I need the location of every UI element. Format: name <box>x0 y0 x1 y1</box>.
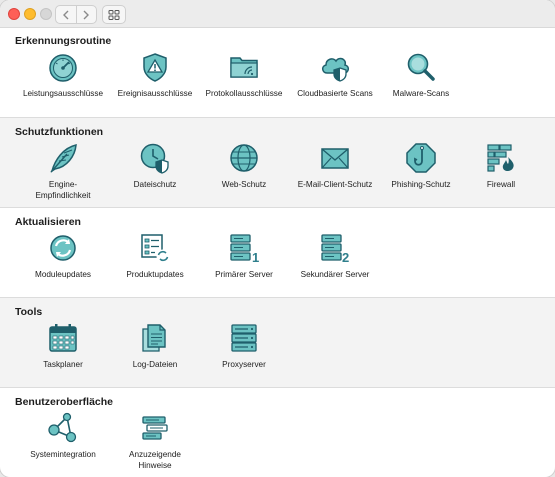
title-bar <box>0 0 555 28</box>
calendar-icon <box>49 324 77 352</box>
grid-icon <box>108 9 120 20</box>
back-button[interactable] <box>56 6 77 23</box>
pref-item-produktupdates[interactable]: Produktupdates <box>114 232 196 281</box>
item-label: Sekundärer Server <box>300 270 370 279</box>
pref-item-taskplaner[interactable]: Taskplaner <box>22 322 104 371</box>
hints-list-icon <box>142 416 168 440</box>
navigation-group <box>55 5 97 24</box>
pref-item-engine-empfindlichkeit[interactable]: Engine-Empfindlichkeit <box>22 142 104 201</box>
section-aktualisieren: Aktualisieren Moduleupdates Produktupdat… <box>0 207 555 297</box>
item-label: Produktupdates <box>126 270 184 279</box>
item-label: Ereignisausschlüsse <box>117 89 193 98</box>
section-erkennungsroutine: Erkennungsroutine Leistungsausschlüsse E… <box>0 27 555 117</box>
item-label: Anzuzeigende Hinweise <box>129 450 181 470</box>
envelope-icon <box>321 148 349 169</box>
pref-item-moduleupdates[interactable]: Moduleupdates <box>22 232 104 281</box>
chevron-right-icon <box>83 10 89 19</box>
pref-item-leistungsausschluesse[interactable]: Leistungsausschlüsse <box>22 51 104 100</box>
clock-shield-icon <box>140 143 169 174</box>
section-title: Aktualisieren <box>15 216 81 228</box>
item-label: Protokollausschlüsse <box>205 89 283 98</box>
cloud-shield-icon <box>322 57 349 82</box>
item-label: Web-Schutz <box>221 180 267 189</box>
section-benutzeroberflaeche: Benutzeroberfläche Systemintegration Anz… <box>0 387 555 477</box>
item-label: Phishing-Schutz <box>391 180 451 189</box>
item-label: Moduleupdates <box>35 270 91 279</box>
hook-octagon-icon <box>406 143 436 173</box>
item-label: Dateischutz <box>133 180 177 189</box>
documents-icon <box>142 324 166 352</box>
pref-item-systemintegration[interactable]: Systemintegration <box>22 412 104 461</box>
zoom-window-button[interactable] <box>40 8 52 20</box>
server-two-icon: 2 <box>321 234 349 264</box>
gauge-icon <box>49 54 77 82</box>
section-title: Schutzfunktionen <box>15 126 104 138</box>
section-title: Benutzeroberfläche <box>15 396 114 408</box>
pref-item-dateischutz[interactable]: Dateischutz <box>114 142 196 191</box>
globe-icon <box>230 144 258 172</box>
svg-text:1: 1 <box>252 250 259 264</box>
preferences-window: Erkennungsroutine Leistungsausschlüsse E… <box>0 0 555 477</box>
section-title: Tools <box>15 306 43 318</box>
list-refresh-icon <box>141 234 170 263</box>
warning-shield-icon <box>143 53 167 82</box>
magnifier-icon <box>407 53 435 81</box>
feather-icon <box>50 144 77 173</box>
item-label: Cloudbasierte Scans <box>297 89 373 98</box>
folder-signal-icon <box>230 57 258 78</box>
firewall-icon <box>487 144 514 172</box>
forward-button[interactable] <box>76 6 96 23</box>
item-label: Systemintegration <box>30 450 96 459</box>
pref-item-sekundaerer-server[interactable]: 2 Sekundärer Server <box>294 232 376 281</box>
server-stack-icon <box>231 324 257 352</box>
pref-item-firewall[interactable]: Firewall <box>460 142 542 191</box>
pref-item-e-mail-client-schutz[interactable]: E-Mail-Client-Schutz <box>294 142 376 191</box>
refresh-circle-icon <box>50 235 76 261</box>
network-nodes-icon <box>48 412 77 443</box>
pref-item-primaerer-server[interactable]: 1 Primärer Server <box>203 232 285 281</box>
minimize-window-button[interactable] <box>24 8 36 20</box>
pref-item-protokollausschluesse[interactable]: Protokollausschlüsse <box>203 51 285 100</box>
item-label: Proxyserver <box>222 360 266 369</box>
pref-item-anzuzeigende-hinweise[interactable]: Anzuzeigende Hinweise <box>114 412 196 471</box>
server-one-icon: 1 <box>230 234 259 264</box>
item-label: E-Mail-Client-Schutz <box>297 180 373 189</box>
item-label: Malware-Scans <box>392 89 450 98</box>
item-label: Taskplaner <box>43 360 83 369</box>
item-label: Firewall <box>486 180 516 189</box>
item-label: Log-Dateien <box>132 360 178 369</box>
chevron-left-icon <box>63 10 69 19</box>
close-window-button[interactable] <box>8 8 20 20</box>
pref-item-web-schutz[interactable]: Web-Schutz <box>203 142 285 191</box>
pref-item-phishing-schutz[interactable]: Phishing-Schutz <box>380 142 462 191</box>
pref-item-log-dateien[interactable]: Log-Dateien <box>114 322 196 371</box>
item-label: Leistungsausschlüsse <box>22 89 104 98</box>
section-title: Erkennungsroutine <box>15 35 112 47</box>
show-all-button[interactable] <box>102 5 126 24</box>
pref-item-cloudbasierte-scans[interactable]: Cloudbasierte Scans <box>294 51 376 100</box>
item-label: Primärer Server <box>215 270 273 279</box>
section-schutzfunktionen: Schutzfunktionen Engine-Empfindlichkeit … <box>0 117 555 207</box>
pref-item-proxyserver[interactable]: Proxyserver <box>203 322 285 371</box>
pref-item-ereignisausschluesse[interactable]: Ereignisausschlüsse <box>114 51 196 100</box>
pref-item-malware-scans[interactable]: Malware-Scans <box>380 51 462 100</box>
item-label: Engine-Empfindlichkeit <box>35 180 91 200</box>
section-tools: Tools Taskplaner Log-Dateien Proxyserver <box>0 297 555 387</box>
svg-text:2: 2 <box>342 250 349 264</box>
